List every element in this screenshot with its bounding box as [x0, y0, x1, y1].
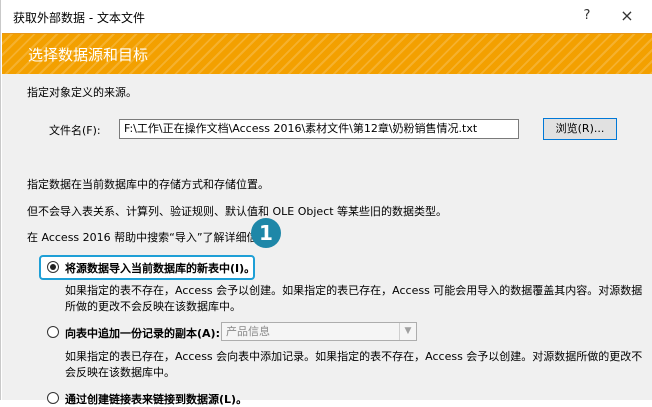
unsupported-types-text: 但不会导入表关系、计算列、验证规则、默认值和 OLE Object 等某些旧的数…: [27, 205, 448, 218]
chevron-down-icon[interactable]: ▼: [399, 323, 416, 340]
step-callout-badge: 1: [251, 218, 281, 248]
import-new-table-radio[interactable]: [47, 261, 59, 273]
import-new-table-label[interactable]: 将源数据导入当前数据库的新表中(I)。: [65, 260, 255, 276]
link-data-source-radio[interactable]: [47, 392, 59, 404]
file-name-label: 文件名(F):: [49, 124, 101, 137]
help-search-text: 在 Access 2016 帮助中搜索“导入”了解详细信息。: [27, 231, 280, 244]
source-prompt: 指定对象定义的来源。: [27, 86, 137, 99]
import-new-table-desc-line2: 所做的更改不会反映在该数据库中。: [65, 300, 241, 313]
file-name-input[interactable]: F:\工作\正在操作文档\Access 2016\素材文件\第12章\奶粉销售情…: [119, 119, 519, 139]
storage-info-text: 指定数据在当前数据库中的存储方式和存储位置。: [27, 178, 269, 191]
import-new-table-desc-line1: 如果指定的表不存在，Access 会予以创建。如果指定的表已存在，Access …: [65, 284, 643, 297]
banner-title: 选择数据源和目标: [28, 46, 149, 64]
append-records-radio[interactable]: [47, 326, 59, 338]
target-table-select[interactable]: 产品信息 ▼: [221, 322, 417, 341]
help-button[interactable]: ?: [577, 6, 597, 26]
append-records-label[interactable]: 向表中追加一份记录的副本(A):: [65, 325, 220, 341]
target-table-value: 产品信息: [226, 325, 270, 338]
window-title: 获取外部数据 - 文本文件: [13, 11, 145, 25]
append-records-desc-line2: 会反映在该数据库中。: [65, 366, 175, 379]
append-records-desc-line1: 如果指定的表已存在，Access 会向表中添加记录。如果指定的表不存在，Acce…: [65, 350, 643, 363]
title-bar: 获取外部数据 - 文本文件 ? ×: [1, 0, 652, 32]
close-button[interactable]: ×: [617, 6, 637, 26]
link-data-source-label[interactable]: 通过创建链接表来链接到数据源(L)。: [65, 391, 247, 407]
browse-button[interactable]: 浏览(R)...: [543, 118, 617, 140]
import-dialog: 获取外部数据 - 文本文件 ? × 选择数据源和目标 指定对象定义的来源。 文件…: [0, 0, 652, 406]
banner: 选择数据源和目标: [2, 33, 652, 75]
